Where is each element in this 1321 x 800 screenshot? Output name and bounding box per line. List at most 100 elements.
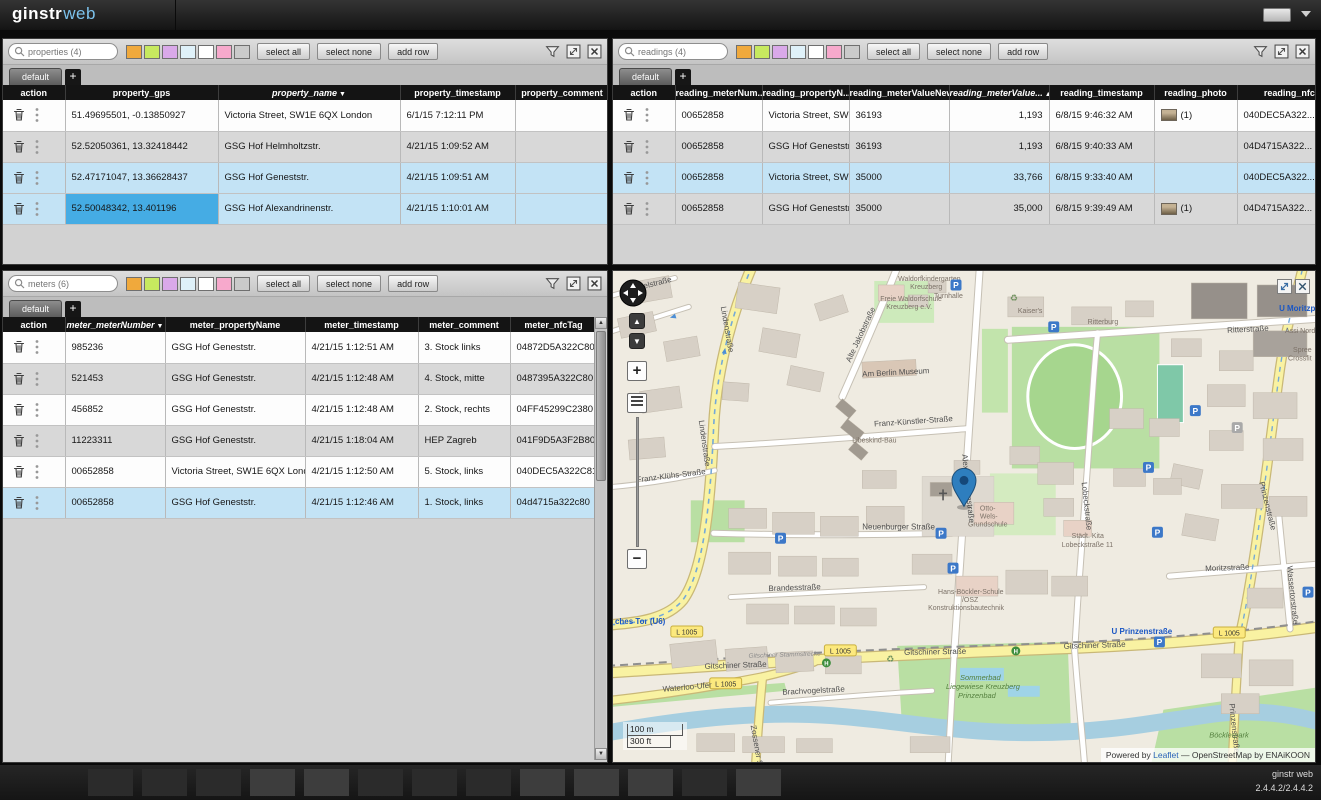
- cell-meter-nfctag[interactable]: 040DEC5A322C81: [510, 456, 597, 487]
- column-header-action[interactable]: action: [613, 85, 675, 100]
- cell-reading-propertyname[interactable]: GSG Hof Geneststr.: [762, 193, 849, 224]
- swatch-pink[interactable]: [216, 277, 232, 291]
- column-header-property-comment[interactable]: property_comment: [515, 85, 608, 100]
- readings-search[interactable]: [618, 43, 728, 60]
- swatch-gray[interactable]: [844, 45, 860, 59]
- cell-meter-nfctag[interactable]: 04FF45299C2380: [510, 394, 597, 425]
- dock-item[interactable]: [520, 769, 565, 796]
- cell-meter-comment[interactable]: 2. Stock, rechts: [418, 394, 510, 425]
- table-row[interactable]: 52.52050361, 13.32418442 GSG Hof Helmhol…: [3, 131, 608, 162]
- cell-meter-nfctag[interactable]: 04d4715a322c80: [510, 487, 597, 518]
- cell-property-gps-focused[interactable]: 52.50048342, 13.401196: [65, 193, 218, 224]
- cell-property-name[interactable]: Victoria Street, SW1E 6QX London: [218, 100, 400, 131]
- filter-icon[interactable]: [1253, 44, 1268, 59]
- swatch-orange[interactable]: [736, 45, 752, 59]
- swatch-orange[interactable]: [126, 45, 142, 59]
- table-row[interactable]: 00652858 GSG Hof Geneststr. 35000 35,000…: [613, 193, 1316, 224]
- delete-row-icon[interactable]: [12, 202, 26, 216]
- topbar-widget[interactable]: [1263, 8, 1291, 22]
- swatch-green[interactable]: [754, 45, 770, 59]
- delete-row-icon[interactable]: [12, 465, 26, 479]
- cell-reading-propertyname[interactable]: Victoria Street, SW1...: [762, 100, 849, 131]
- scrollbar-thumb[interactable]: [596, 331, 606, 481]
- column-header-meter-timestamp[interactable]: meter_timestamp: [305, 317, 418, 332]
- cell-property-comment[interactable]: [515, 162, 608, 193]
- cell-property-timestamp[interactable]: 4/21/15 1:09:51 AM: [400, 162, 515, 193]
- row-menu-icon[interactable]: [35, 402, 39, 418]
- add-tab-button[interactable]: +: [675, 69, 691, 85]
- table-row[interactable]: 456852 GSG Hof Geneststr. 4/21/15 1:12:4…: [3, 394, 597, 425]
- column-header-reading-photo[interactable]: reading_photo: [1154, 85, 1237, 100]
- cell-meter-timestamp[interactable]: 4/21/15 1:12:51 AM: [305, 332, 418, 363]
- row-menu-icon[interactable]: [645, 139, 649, 155]
- cell-property-gps[interactable]: 52.52050361, 13.32418442: [65, 131, 218, 162]
- select-none-button[interactable]: select none: [317, 43, 381, 60]
- cell-reading-photo[interactable]: [1154, 131, 1237, 162]
- delete-row-icon[interactable]: [12, 434, 26, 448]
- cell-meter-comment[interactable]: 1. Stock, links: [418, 487, 510, 518]
- cell-reading-nfctag[interactable]: 040DEC5A322...: [1237, 100, 1316, 131]
- row-menu-icon[interactable]: [35, 170, 39, 186]
- zoom-out-button[interactable]: −: [627, 549, 647, 569]
- delete-row-icon[interactable]: [12, 496, 26, 510]
- dock-item[interactable]: [574, 769, 619, 796]
- cell-property-name[interactable]: GSG Hof Geneststr.: [218, 162, 400, 193]
- add-tab-button[interactable]: +: [65, 69, 81, 85]
- map-maximize-icon[interactable]: [1277, 279, 1292, 294]
- column-header-meter-meternumber[interactable]: meter_meterNumber▼: [65, 317, 165, 332]
- delete-row-icon[interactable]: [12, 171, 26, 185]
- cell-reading-metervaluenew[interactable]: 36193: [849, 131, 949, 162]
- dock-item[interactable]: [466, 769, 511, 796]
- cell-meter-meternumber[interactable]: 985236: [65, 332, 165, 363]
- table-row[interactable]: 00652858 Victoria Street, SW1... 36193 1…: [613, 100, 1316, 131]
- photo-thumbnail[interactable]: [1161, 203, 1177, 215]
- cell-property-comment[interactable]: [515, 131, 608, 162]
- filter-icon[interactable]: [545, 44, 560, 59]
- map-canvas[interactable]: L 1005 L 1005 L 1005 L 1005 Besselstraße…: [613, 271, 1315, 763]
- cell-meter-comment[interactable]: 5. Stock, links: [418, 456, 510, 487]
- dock-item[interactable]: [196, 769, 241, 796]
- cell-meter-comment[interactable]: HEP Zagreb: [418, 425, 510, 456]
- cell-reading-metervaluenew[interactable]: 35000: [849, 193, 949, 224]
- row-menu-icon[interactable]: [35, 371, 39, 387]
- dock-item[interactable]: [358, 769, 403, 796]
- pan-step-down-button[interactable]: ▼: [629, 333, 645, 349]
- photo-thumbnail[interactable]: [1161, 109, 1177, 121]
- cell-reading-meternumber[interactable]: 00652858: [675, 162, 762, 193]
- cell-meter-timestamp[interactable]: 4/21/15 1:12:50 AM: [305, 456, 418, 487]
- cell-meter-meternumber[interactable]: 11223311: [65, 425, 165, 456]
- cell-reading-metervaluenew[interactable]: 36193: [849, 100, 949, 131]
- column-header-reading-propertyname[interactable]: reading_propertyN...: [762, 85, 849, 100]
- delete-row-icon[interactable]: [622, 108, 636, 122]
- table-row[interactable]: 51.49695501, -0.13850927 Victoria Street…: [3, 100, 608, 131]
- maximize-icon[interactable]: [566, 44, 581, 59]
- swatch-lightblue[interactable]: [180, 277, 196, 291]
- swatch-green[interactable]: [144, 45, 160, 59]
- cell-meter-comment[interactable]: 3. Stock links: [418, 332, 510, 363]
- swatch-pink[interactable]: [826, 45, 842, 59]
- pan-step-up-button[interactable]: ▲: [629, 313, 645, 329]
- meters-search-input[interactable]: [28, 279, 112, 289]
- cell-reading-nfctag[interactable]: 04D4715A322...: [1237, 193, 1316, 224]
- tab-default[interactable]: default: [619, 68, 672, 85]
- column-header-property-timestamp[interactable]: property_timestamp: [400, 85, 515, 100]
- dock-item[interactable]: [250, 769, 295, 796]
- cell-reading-meternumber[interactable]: 00652858: [675, 193, 762, 224]
- dock-item[interactable]: [142, 769, 187, 796]
- cell-property-gps[interactable]: 51.49695501, -0.13850927: [65, 100, 218, 131]
- cell-meter-propertyname[interactable]: GSG Hof Geneststr.: [165, 363, 305, 394]
- cell-reading-metervalueold[interactable]: 1,193: [949, 100, 1049, 131]
- map-close-icon[interactable]: [1295, 279, 1310, 294]
- cell-reading-metervalueold[interactable]: 35,000: [949, 193, 1049, 224]
- row-menu-icon[interactable]: [35, 107, 39, 123]
- properties-search-input[interactable]: [28, 47, 112, 57]
- select-none-button[interactable]: select none: [317, 275, 381, 292]
- cell-property-timestamp[interactable]: 4/21/15 1:09:52 AM: [400, 131, 515, 162]
- swatch-green[interactable]: [144, 277, 160, 291]
- swatch-gray[interactable]: [234, 45, 250, 59]
- table-row[interactable]: 521453 GSG Hof Geneststr. 4/21/15 1:12:4…: [3, 363, 597, 394]
- cell-meter-meternumber[interactable]: 00652858: [65, 456, 165, 487]
- row-menu-icon[interactable]: [645, 201, 649, 217]
- maximize-icon[interactable]: [566, 276, 581, 291]
- cell-meter-timestamp[interactable]: 4/21/15 1:12:48 AM: [305, 394, 418, 425]
